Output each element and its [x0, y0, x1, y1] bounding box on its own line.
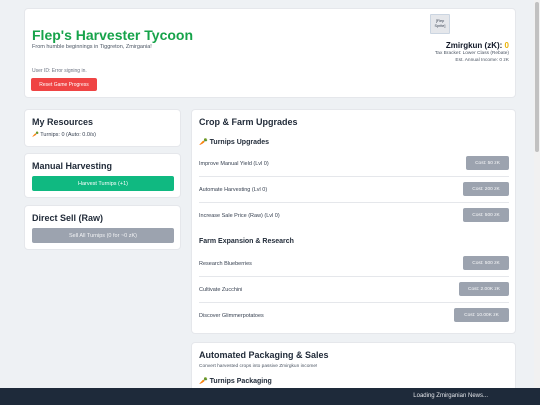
flep-sprite-placeholder: [Flep Sprite] — [430, 14, 450, 34]
expansion-row: Research Blueberries Cost: 500 zK — [199, 251, 509, 277]
manual-harvesting-title: Manual Harvesting — [32, 161, 113, 171]
expansion-cost-button[interactable]: Cost: 2.00K zK — [459, 282, 509, 296]
turnips-upgrades-heading: 🥕 Turnips Upgrades — [199, 139, 270, 146]
direct-sell-title: Direct Sell (Raw) — [32, 213, 104, 223]
upgrade-label: Improve Manual Yield (Lvl 0) — [199, 161, 269, 167]
user-id-text: User ID: Error signing in. — [32, 68, 87, 74]
expansion-label: Research Blueberries — [199, 261, 252, 267]
farm-expansion-heading: Farm Expansion & Research — [199, 238, 294, 245]
upgrade-label: Increase Sale Price (Raw) (Lvl 0) — [199, 213, 280, 219]
expansion-cost-button[interactable]: Cost: 500 zK — [463, 256, 509, 270]
reset-game-button[interactable]: Reset Game Progress — [31, 78, 97, 91]
game-subtitle: From humble beginnings in Tiggreton, Zmi… — [32, 44, 152, 50]
packaging-title: Automated Packaging & Sales — [199, 350, 329, 360]
upgrades-title: Crop & Farm Upgrades — [199, 117, 298, 127]
upgrade-row: Automate Harvesting (Lvl 0) Cost: 200 zK — [199, 177, 509, 203]
annual-income: Est. Annual Income: 0 zK — [455, 58, 509, 63]
expansion-row: Discover Glimmerpotatoes Cost: 10.00K zK — [199, 303, 509, 329]
game-title: Flep's Harvester Tycoon — [32, 27, 194, 43]
turnips-packaging-heading: 🥕 Turnips Packaging — [199, 378, 272, 385]
tax-bracket: Tax Bracket: Lower Class (Rebate) — [434, 51, 509, 56]
upgrade-cost-button[interactable]: Cost: 50 zK — [466, 156, 509, 170]
expansion-label: Cultivate Zucchini — [199, 287, 243, 293]
expansion-row: Cultivate Zucchini Cost: 2.00K zK — [199, 277, 509, 303]
currency-display: Zmirgkun (zK): 0 — [446, 41, 509, 50]
resources-panel: My Resources 🥕 Turnips: 0 (Auto: 0.0/s) — [24, 109, 181, 147]
upgrade-row: Improve Manual Yield (Lvl 0) Cost: 50 zK — [199, 151, 509, 177]
packaging-description: Convert harvested crops into passive Zmi… — [199, 364, 318, 369]
harvest-turnips-button[interactable]: Harvest Turnips (+1) — [32, 176, 174, 191]
sell-all-turnips-button[interactable]: Sell All Turnips (0 for ~0 zK) — [32, 228, 174, 243]
resources-title: My Resources — [32, 117, 94, 127]
currency-label: Zmirgkun (zK): — [445, 41, 503, 50]
scrollbar-thumb[interactable] — [535, 2, 539, 152]
header-panel: Flep's Harvester Tycoon From humble begi… — [24, 8, 516, 98]
expansion-cost-button[interactable]: Cost: 10.00K zK — [454, 308, 509, 322]
manual-harvesting-panel: Manual Harvesting Harvest Turnips (+1) — [24, 153, 181, 198]
currency-value: 0 — [504, 41, 509, 50]
upgrade-cost-button[interactable]: Cost: 500 zK — [463, 208, 509, 222]
news-ticker-text: Loading Zmirganian News... — [413, 393, 488, 399]
turnips-count: 🥕 Turnips: 0 (Auto: 0.0/s) — [32, 132, 97, 138]
upgrade-row: Increase Sale Price (Raw) (Lvl 0) Cost: … — [199, 203, 509, 229]
expansion-label: Discover Glimmerpotatoes — [199, 313, 264, 319]
direct-sell-panel: Direct Sell (Raw) Sell All Turnips (0 fo… — [24, 205, 181, 250]
news-ticker-bar: Loading Zmirganian News... — [0, 388, 540, 405]
upgrades-panel: Crop & Farm Upgrades 🥕 Turnips Upgrades … — [191, 109, 516, 334]
upgrade-cost-button[interactable]: Cost: 200 zK — [463, 182, 509, 196]
upgrade-label: Automate Harvesting (Lvl 0) — [199, 187, 268, 193]
